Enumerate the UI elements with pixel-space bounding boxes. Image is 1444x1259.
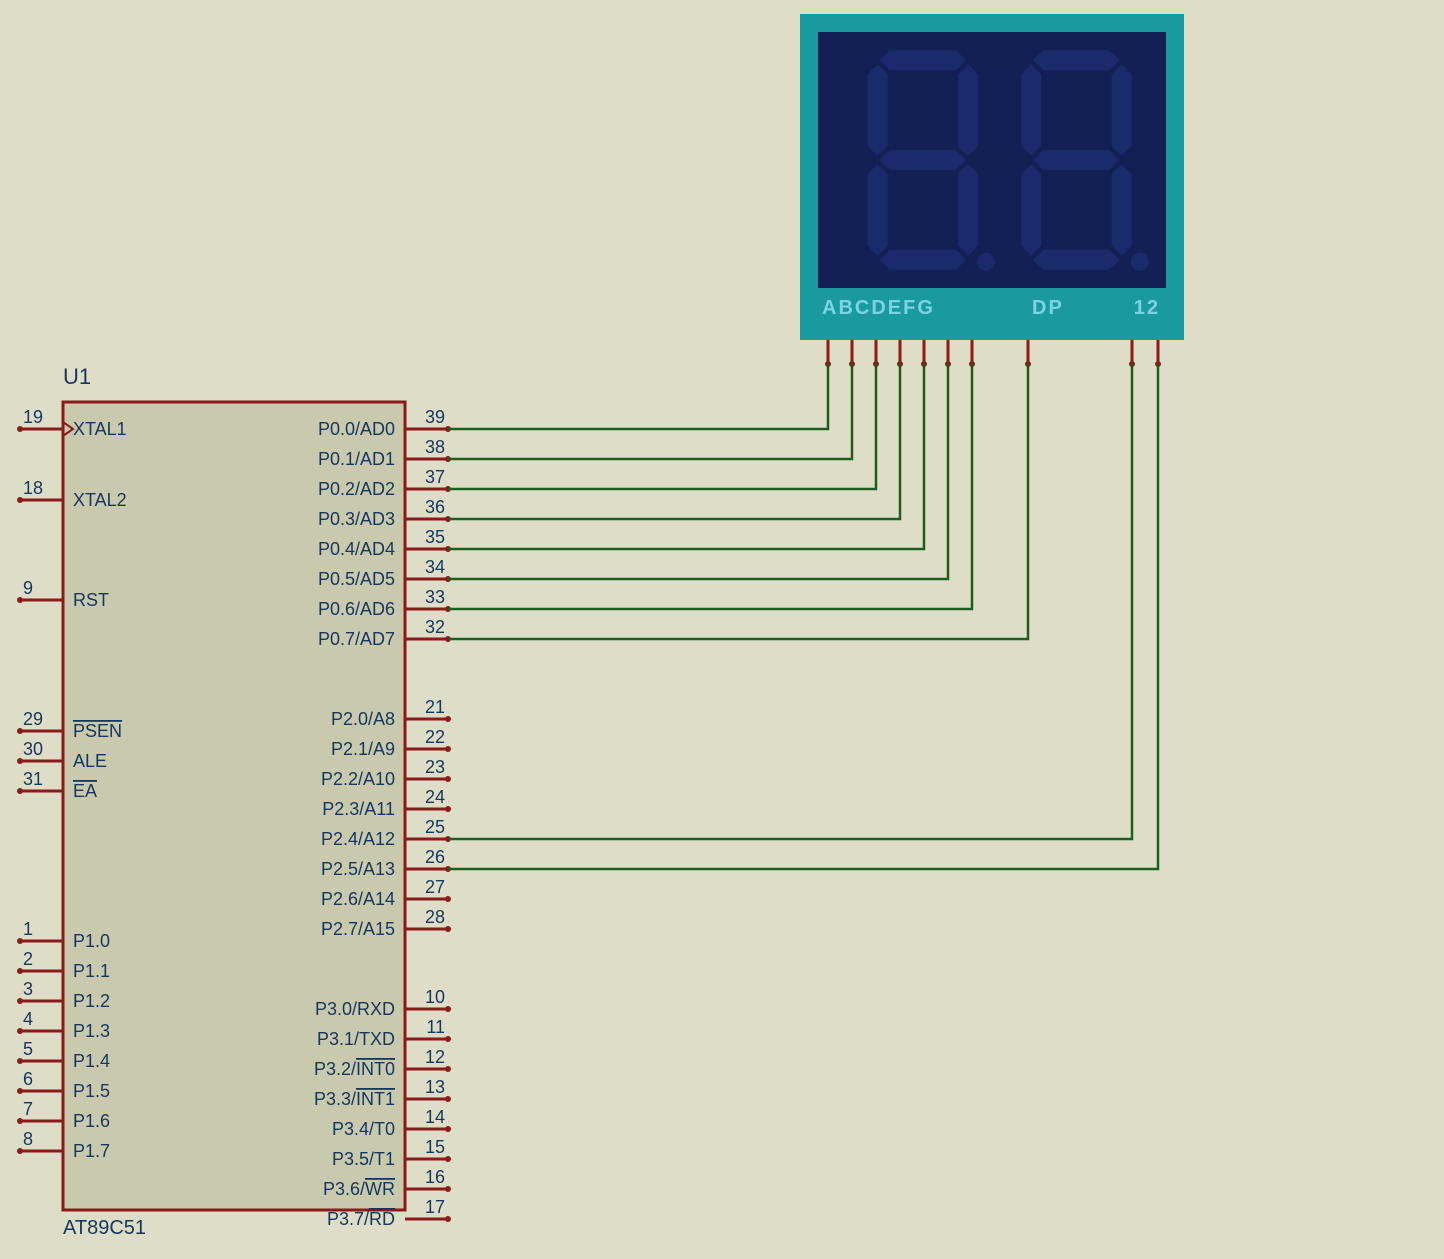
svg-text:27: 27 [425,877,445,897]
svg-text:25: 25 [425,817,445,837]
chip-ref: U1 [63,364,91,389]
wire [448,364,852,459]
pin-label: P3.1/TXD [317,1029,395,1049]
svg-text:21: 21 [425,697,445,717]
wire [448,364,1132,839]
pin-label: ALE [73,751,107,771]
pin-label: P3.5/T1 [332,1149,395,1169]
pin-label: P2.1/A9 [331,739,395,759]
svg-text:31: 31 [23,769,43,789]
svg-text:30: 30 [23,739,43,759]
svg-text:15: 15 [425,1137,445,1157]
svg-text:18: 18 [23,478,43,498]
pin-label: P2.0/A8 [331,709,395,729]
display-digit-labels: 12 [1134,297,1160,319]
pin-label: XTAL2 [73,490,127,510]
pin-label: P0.0/AD0 [318,419,395,439]
pin-label: P0.7/AD7 [318,629,395,649]
svg-text:3: 3 [23,979,33,999]
svg-text:7: 7 [23,1099,33,1119]
svg-text:14: 14 [425,1107,445,1127]
svg-text:1: 1 [23,919,33,939]
svg-text:12: 12 [425,1047,445,1067]
svg-text:22: 22 [425,727,445,747]
wire [448,364,1028,639]
svg-text:33: 33 [425,587,445,607]
svg-text:9: 9 [23,578,33,598]
pin-label: P1.2 [73,991,110,1011]
pin-label: P1.3 [73,1021,110,1041]
pin-label: P2.6/A14 [321,889,395,909]
pin-label: P3.6/WR [323,1179,395,1199]
svg-text:2: 2 [23,949,33,969]
pin-label: RST [73,590,109,610]
svg-text:16: 16 [425,1167,445,1187]
pin-label: P3.7/RD [327,1209,395,1229]
svg-text:8: 8 [23,1129,33,1149]
svg-text:5: 5 [23,1039,33,1059]
pin-label: P3.4/T0 [332,1119,395,1139]
pin-label: P1.5 [73,1081,110,1101]
svg-text:28: 28 [425,907,445,927]
pin-label: P3.2/INT0 [314,1059,395,1079]
svg-text:29: 29 [23,709,43,729]
display-dp-label: DP [1032,297,1064,319]
display-seg-labels: ABCDEFG [822,297,935,319]
pin-label: P0.3/AD3 [318,509,395,529]
pin-label: P3.3/INT1 [314,1089,395,1109]
wire [448,364,948,579]
svg-text:24: 24 [425,787,445,807]
pin-label: PSEN [73,721,122,741]
pin-label: P2.7/A15 [321,919,395,939]
pin-label: XTAL1 [73,419,127,439]
wire [448,364,1158,869]
pin-label: P0.5/AD5 [318,569,395,589]
svg-text:36: 36 [425,497,445,517]
wire [448,364,972,609]
chip-part: AT89C51 [63,1217,146,1239]
wire [448,364,828,429]
pin-label: P0.2/AD2 [318,479,395,499]
pin-label: P0.4/AD4 [318,539,395,559]
svg-text:10: 10 [425,987,445,1007]
pin-label: P2.3/A11 [322,799,395,819]
pin-label: P1.7 [73,1141,110,1161]
svg-text:13: 13 [425,1077,445,1097]
svg-text:17: 17 [425,1197,445,1217]
pin-label: P1.0 [73,931,110,951]
pin-label: P1.6 [73,1111,110,1131]
pin-label: P1.1 [73,961,110,981]
wire [448,364,876,489]
svg-text:34: 34 [425,557,445,577]
pin-label: P0.1/AD1 [318,449,395,469]
svg-text:39: 39 [425,407,445,427]
svg-text:26: 26 [425,847,445,867]
pin-label: P1.4 [73,1051,110,1071]
pin-label: P2.4/A12 [321,829,395,849]
svg-text:19: 19 [23,407,43,427]
pin-label: P2.2/A10 [321,769,395,789]
svg-text:11: 11 [426,1017,445,1037]
svg-text:6: 6 [23,1069,33,1089]
pin-label: P0.6/AD6 [318,599,395,619]
pin-label: P3.0/RXD [315,999,395,1019]
pin-label: P2.5/A13 [321,859,395,879]
svg-text:4: 4 [23,1009,33,1029]
svg-text:23: 23 [425,757,445,777]
svg-text:37: 37 [425,467,445,487]
svg-text:35: 35 [425,527,445,547]
svg-text:38: 38 [425,437,445,457]
pin-label: EA [73,781,97,801]
svg-text:32: 32 [425,617,445,637]
wire [448,364,900,519]
